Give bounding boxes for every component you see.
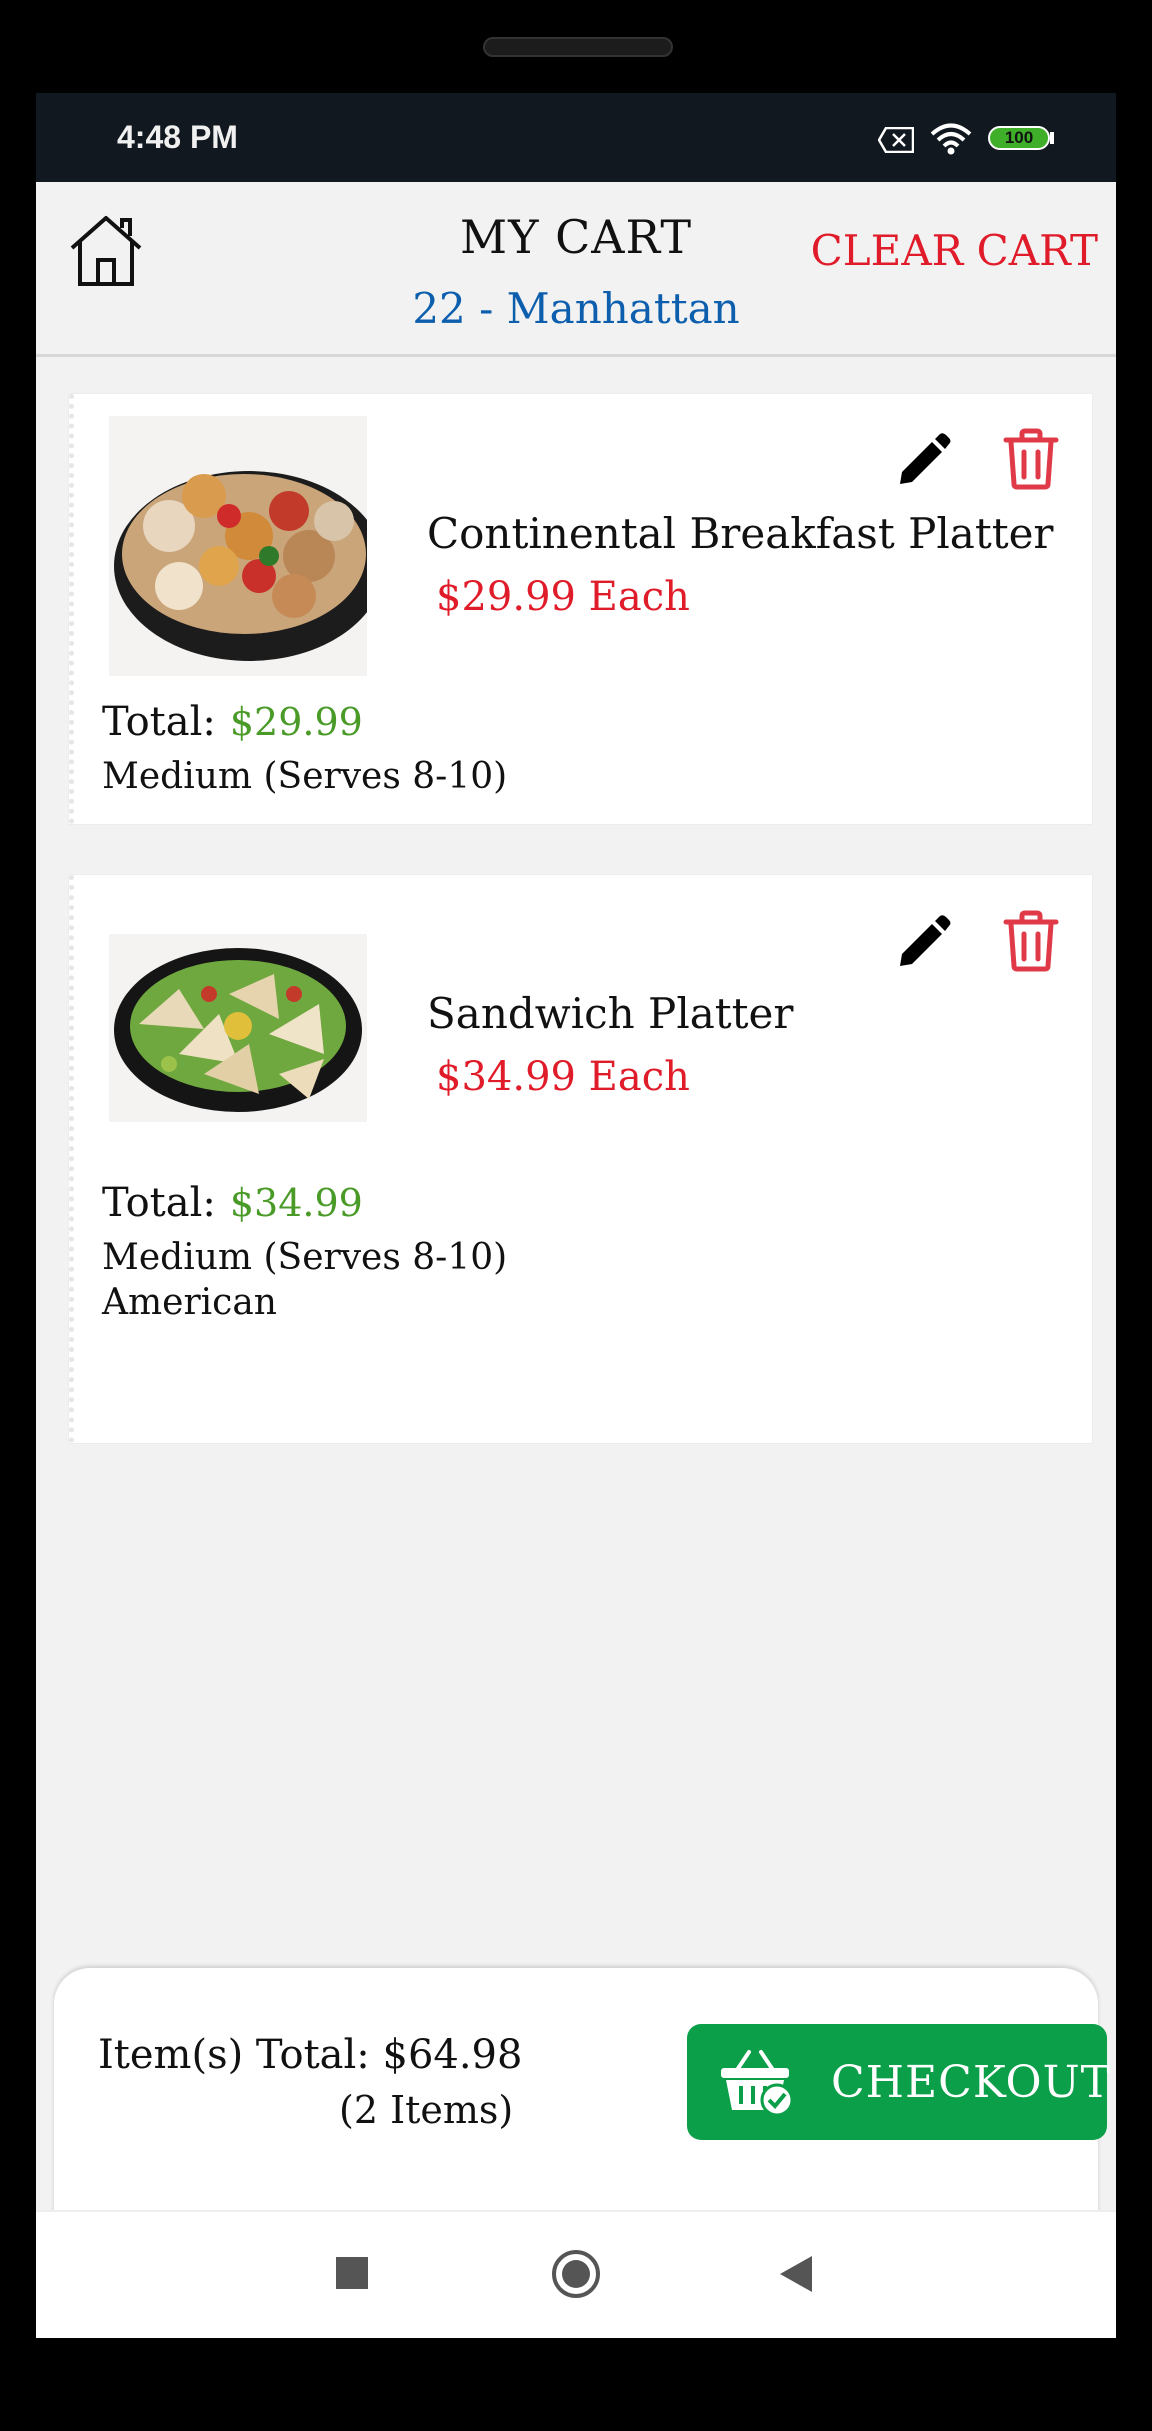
edit-icon[interactable] (894, 914, 952, 972)
item-option: Medium (Serves 8-10) (102, 756, 508, 797)
store-location[interactable]: 22 - Manhattan (36, 284, 1116, 333)
product-image-breakfast-platter (109, 416, 367, 676)
item-unit-price: $29.99 Each (436, 574, 690, 620)
clear-cart-button[interactable]: CLEAR CART (811, 226, 1098, 275)
item-unit-price: $34.99 Each (436, 1054, 690, 1100)
delete-icon[interactable] (1002, 910, 1060, 972)
checkout-button[interactable]: CHECKOUT (687, 2024, 1110, 2140)
item-option: American (102, 1282, 277, 1323)
wifi-icon (930, 123, 972, 155)
item-total-amount: $34.99 (229, 1181, 363, 1225)
back-triangle-icon[interactable] (778, 2254, 814, 2294)
battery-tip (1050, 132, 1054, 144)
status-bar: 4:48 PM 100 (36, 93, 1116, 182)
home-circle-inner (562, 2260, 590, 2288)
app-screen: 4:48 PM 100 MY CART 22 - Manhattan CLEAR… (36, 93, 1116, 2338)
home-circle-icon[interactable] (552, 2250, 600, 2298)
basket-check-icon (721, 2050, 794, 2116)
sim-off-icon (878, 127, 914, 153)
cart-header: MY CART 22 - Manhattan CLEAR CART (36, 182, 1116, 357)
items-count: (2 Items) (339, 2088, 514, 2132)
edit-icon[interactable] (894, 432, 952, 490)
checkout-label: CHECKOUT (831, 2057, 1112, 2108)
product-image-sandwich-platter (109, 934, 367, 1122)
item-total-amount: $29.99 (229, 700, 363, 744)
battery-icon: 100 (988, 126, 1050, 150)
item-option: Medium (Serves 8-10) (102, 1237, 508, 1278)
item-total-label: Total: (102, 699, 216, 745)
item-total-label: Total: (102, 1180, 216, 1226)
items-total-label: Item(s) Total: $64.98 (98, 2032, 523, 2078)
cart-item-card: Sandwich Platter $34.99 Each Total: $34.9… (69, 875, 1092, 1443)
delete-icon[interactable] (1002, 428, 1060, 490)
speaker-grille (483, 37, 673, 57)
checkout-panel: Item(s) Total: $64.98 (2 Items) CHECKOUT (54, 1968, 1110, 2228)
battery-level: 100 (1004, 128, 1034, 147)
item-name: Continental Breakfast Platter (427, 509, 1054, 558)
item-total-line: Total: $34.99 (102, 1180, 363, 1226)
cart-item-card: Continental Breakfast Platter $29.99 Eac… (69, 394, 1092, 824)
item-total-line: Total: $29.99 (102, 699, 363, 745)
item-name: Sandwich Platter (427, 989, 794, 1038)
status-time: 4:48 PM (117, 119, 238, 155)
system-nav-bar (36, 2210, 1116, 2338)
recents-icon[interactable] (336, 2257, 368, 2289)
phone-frame: 4:48 PM 100 MY CART 22 - Manhattan CLEAR… (0, 0, 1152, 2431)
